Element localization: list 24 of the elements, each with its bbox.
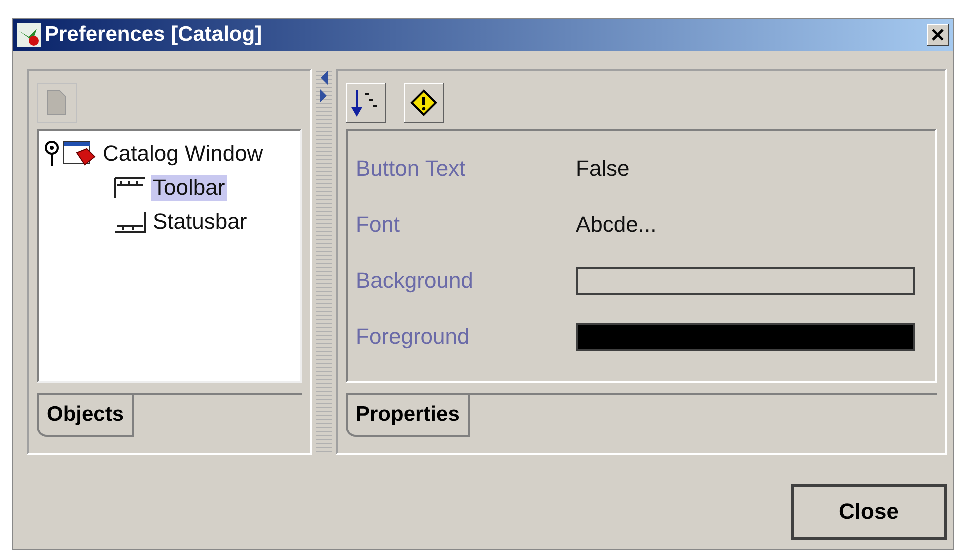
panel-tab[interactable]: Properties xyxy=(346,395,470,437)
property-name: Font xyxy=(356,212,402,238)
collapse-arrows-icon[interactable] xyxy=(320,69,328,105)
property-value[interactable]: False xyxy=(576,156,927,182)
property-name: Background xyxy=(356,268,474,294)
color-swatch[interactable] xyxy=(576,323,915,351)
statusbar-icon xyxy=(113,210,147,234)
window-title: Preferences [Catalog] xyxy=(45,23,264,47)
toolbar-icon xyxy=(113,176,147,200)
property-name: Foreground xyxy=(356,324,471,350)
tree-item[interactable]: Toolbar xyxy=(151,175,228,201)
pin-icon xyxy=(45,141,59,167)
tree-item[interactable]: Catalog Window xyxy=(101,141,266,167)
close-icon[interactable] xyxy=(927,24,949,46)
window-icon xyxy=(63,141,97,167)
property-name: Button Text xyxy=(356,156,467,182)
warning-icon[interactable] xyxy=(404,83,444,123)
panel-tab[interactable]: Objects xyxy=(37,395,134,437)
color-swatch[interactable] xyxy=(576,267,915,295)
close-button[interactable]: Close xyxy=(791,484,947,540)
property-value[interactable]: Abcde... xyxy=(576,212,927,238)
sort-icon[interactable] xyxy=(346,83,386,123)
tree-item[interactable]: Statusbar xyxy=(151,209,250,235)
app-icon xyxy=(17,23,41,47)
